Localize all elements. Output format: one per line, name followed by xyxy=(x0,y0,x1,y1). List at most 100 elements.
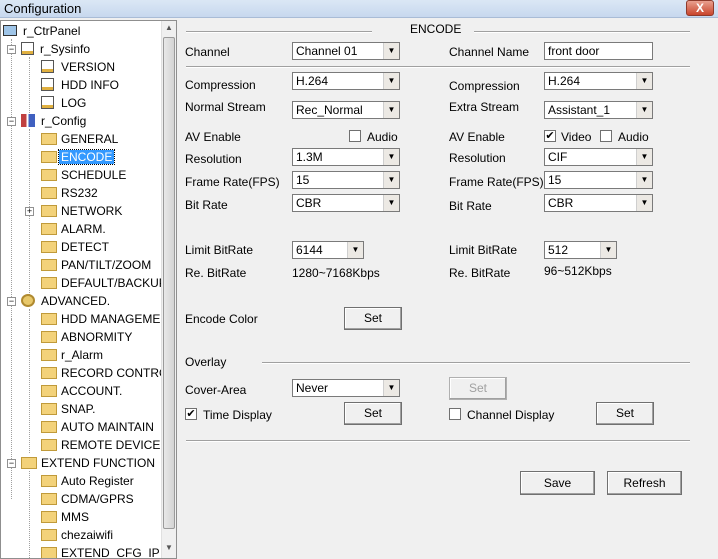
tree-item-hdd-info[interactable]: HDD INFO xyxy=(41,76,121,94)
chevron-down-icon[interactable]: ▼ xyxy=(636,149,652,165)
extra-stream-select[interactable]: Assistant_1 ▼ xyxy=(544,101,653,119)
tree-item-encode[interactable]: ENCODE xyxy=(41,148,116,166)
tree-item-alarm[interactable]: ALARM. xyxy=(41,220,108,238)
main-limit-bitrate-label: Limit BitRate xyxy=(185,243,254,257)
chevron-down-icon[interactable]: ▼ xyxy=(383,380,399,396)
tree-item-abnormity[interactable]: ABNORMITY xyxy=(41,328,134,346)
main-resolution-select[interactable]: 1.3M ▼ xyxy=(292,148,400,166)
tree-item-detect[interactable]: DETECT xyxy=(41,238,111,256)
chevron-down-icon[interactable]: ▼ xyxy=(383,149,399,165)
tree-item-rs232[interactable]: RS232 xyxy=(41,184,100,202)
tree-item-mms[interactable]: MMS xyxy=(41,508,91,526)
chevron-down-icon[interactable]: ▼ xyxy=(636,102,652,118)
tree-item-record-control[interactable]: RECORD CONTROL xyxy=(41,364,176,382)
save-button[interactable]: Save xyxy=(520,471,595,495)
folder-icon xyxy=(41,151,57,163)
main-compression-select[interactable]: H.264 ▼ xyxy=(292,72,400,90)
notepad-icon xyxy=(41,78,54,91)
extra-video-label: Video xyxy=(561,130,592,144)
channel-name-input[interactable]: front door xyxy=(544,42,653,60)
overlay-label: Overlay xyxy=(185,355,227,369)
tree-item-cdma-gprs[interactable]: CDMA/GPRS xyxy=(41,490,136,508)
main-av-enable-label: AV Enable xyxy=(185,130,241,144)
tree-item-general[interactable]: GENERAL xyxy=(41,130,120,148)
tree-item-extend-cfg-ip-filter[interactable]: EXTEND_CFG_IP_Filter xyxy=(41,544,176,558)
scroll-thumb[interactable] xyxy=(163,37,175,529)
scroll-up-icon[interactable]: ▲ xyxy=(165,23,173,32)
folder-icon xyxy=(41,241,57,253)
normal-stream-select[interactable]: Rec_Normal ▼ xyxy=(292,101,400,119)
notepad-icon xyxy=(41,60,54,73)
extra-video-checkbox[interactable]: ✔ xyxy=(544,130,556,142)
time-display-checkbox[interactable]: ✔ xyxy=(185,408,197,420)
main-audio-checkbox[interactable] xyxy=(349,130,361,142)
main-limit-bitrate-select[interactable]: 6144 ▼ xyxy=(292,241,364,259)
folder-icon xyxy=(41,421,57,433)
tree-item-schedule[interactable]: SCHEDULE xyxy=(41,166,128,184)
collapse-extend-toggle[interactable]: − xyxy=(7,459,16,468)
chevron-down-icon[interactable]: ▼ xyxy=(636,172,652,188)
chevron-down-icon[interactable]: ▼ xyxy=(600,242,616,258)
tree-item-account[interactable]: ACCOUNT. xyxy=(41,382,124,400)
tree-item-ptz[interactable]: PAN/TILT/ZOOM xyxy=(41,256,153,274)
chevron-down-icon[interactable]: ▼ xyxy=(383,73,399,89)
tree-item-advanced[interactable]: ADVANCED. xyxy=(21,292,112,310)
extra-resolution-select[interactable]: CIF ▼ xyxy=(544,148,653,166)
folder-icon xyxy=(41,223,57,235)
time-display-set-button[interactable]: Set xyxy=(344,402,402,425)
collapse-advanced-toggle[interactable]: − xyxy=(7,297,16,306)
channel-label: Channel xyxy=(185,45,230,59)
extra-re-bitrate-label: Re. BitRate xyxy=(449,266,511,280)
main-fps-select[interactable]: 15 ▼ xyxy=(292,171,400,189)
tree-item-network[interactable]: NETWORK xyxy=(41,202,124,220)
cover-area-select[interactable]: Never ▼ xyxy=(292,379,400,397)
chevron-down-icon[interactable]: ▼ xyxy=(383,102,399,118)
tree-item-r-alarm[interactable]: r_Alarm xyxy=(41,346,105,364)
tree-item-auto-maintain[interactable]: AUTO MAINTAIN xyxy=(41,418,156,436)
expand-network-toggle[interactable]: + xyxy=(25,207,34,216)
chevron-down-icon[interactable]: ▼ xyxy=(383,172,399,188)
folder-icon xyxy=(21,457,37,469)
extra-compression-select[interactable]: H.264 ▼ xyxy=(544,72,653,90)
folder-icon xyxy=(41,313,57,325)
scroll-down-icon[interactable]: ▼ xyxy=(165,543,173,552)
chevron-down-icon[interactable]: ▼ xyxy=(636,73,652,89)
channel-display-checkbox[interactable] xyxy=(449,408,461,420)
chevron-down-icon[interactable]: ▼ xyxy=(383,43,399,59)
collapse-config-toggle[interactable]: − xyxy=(7,117,16,126)
tree-item-ctrpanel[interactable]: r_CtrPanel xyxy=(3,22,82,40)
collapse-sysinfo-toggle[interactable]: − xyxy=(7,45,16,54)
chevron-down-icon[interactable]: ▼ xyxy=(383,195,399,211)
tree-item-config[interactable]: r_Config xyxy=(21,112,88,130)
main-bitrate-select[interactable]: CBR ▼ xyxy=(292,194,400,212)
tree-item-version[interactable]: VERSION xyxy=(41,58,117,76)
tree-item-default-backup[interactable]: DEFAULT/BACKUP xyxy=(41,274,169,292)
extra-fps-select[interactable]: 15 ▼ xyxy=(544,171,653,189)
tree-item-chezaiwifi[interactable]: chezaiwifi xyxy=(41,526,115,544)
refresh-button[interactable]: Refresh xyxy=(607,471,682,495)
channel-display-set-button[interactable]: Set xyxy=(596,402,654,425)
tree-item-extend-function[interactable]: EXTEND FUNCTION xyxy=(21,454,157,472)
encode-color-set-button[interactable]: Set xyxy=(344,307,402,330)
computer-icon xyxy=(3,25,17,36)
tree-item-remote-device[interactable]: REMOTE DEVICE xyxy=(41,436,162,454)
tree-item-sysinfo[interactable]: r_Sysinfo xyxy=(21,40,92,58)
folder-icon xyxy=(41,475,57,487)
close-button[interactable]: X xyxy=(686,0,714,16)
extra-bitrate-select[interactable]: CBR ▼ xyxy=(544,194,653,212)
main-resolution-label: Resolution xyxy=(185,152,242,166)
chevron-down-icon[interactable]: ▼ xyxy=(636,195,652,211)
extra-audio-checkbox[interactable] xyxy=(600,130,612,142)
folder-icon xyxy=(41,439,57,451)
tree-item-log[interactable]: LOG xyxy=(41,94,88,112)
cover-area-set-button[interactable]: Set xyxy=(449,377,507,400)
tree-item-hdd-management[interactable]: HDD MANAGEMENT xyxy=(41,310,176,328)
folder-icon xyxy=(41,547,57,558)
chevron-down-icon[interactable]: ▼ xyxy=(347,242,363,258)
extra-limit-bitrate-select[interactable]: 512 ▼ xyxy=(544,241,617,259)
channel-select[interactable]: Channel 01 ▼ xyxy=(292,42,400,60)
tree-item-snap[interactable]: SNAP. xyxy=(41,400,97,418)
tree-scrollbar[interactable]: ▲ ▼ xyxy=(161,21,176,558)
extra-re-bitrate-value: 96~512Kbps xyxy=(544,264,612,278)
tree-item-auto-register[interactable]: Auto Register xyxy=(41,472,136,490)
